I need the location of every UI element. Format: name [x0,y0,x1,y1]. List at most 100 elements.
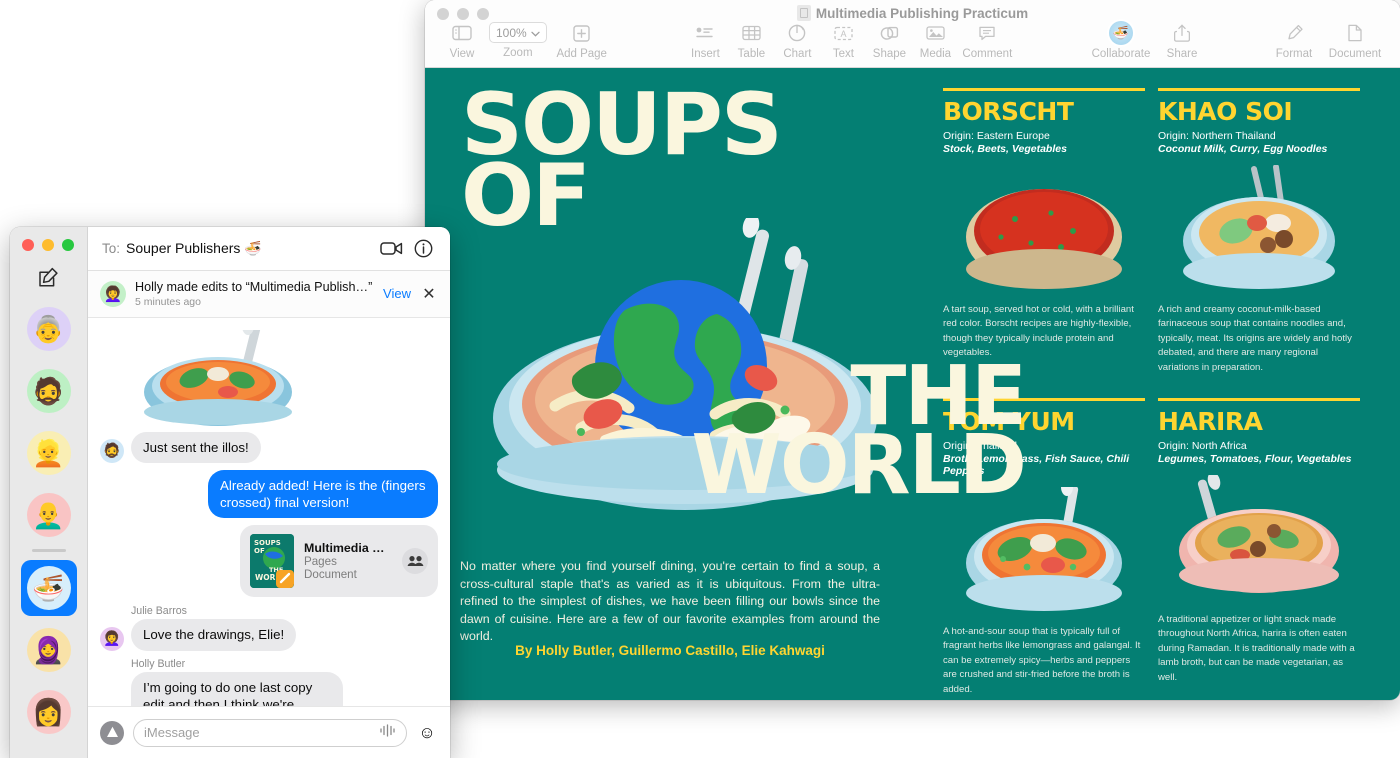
toolbar-insert-button[interactable]: Insert [682,22,728,60]
toolbar-zoom-control[interactable]: 100% Zoom [485,22,551,59]
zoom-select[interactable]: 100% [489,22,547,43]
toolbar-insert-label: Insert [691,48,720,60]
minimize-window-button[interactable] [42,239,54,251]
avatar: 👨‍🦲 [27,493,71,537]
soup-rule [943,88,1145,91]
pie-chart-icon [788,22,806,44]
toolbar-media-button[interactable]: Media [912,22,958,60]
poster-title-upper: SOUPS OF [461,90,901,231]
soup-rule [1158,398,1360,401]
zoom-value: 100% [496,26,527,40]
to-label: To: [102,241,120,256]
toolbar-text-button[interactable]: A Text [820,22,866,60]
avatar: 🧔 [100,439,124,463]
banner-timestamp: 5 minutes ago [135,296,374,310]
recipient-name[interactable]: Souper Publishers 🍜 [126,240,262,257]
maximize-window-button[interactable] [62,239,74,251]
avatar: 🧕 [27,628,71,672]
poster-title-line1: SOUPS [461,90,901,161]
messages-main-pane: To: Souper Publishers 🍜 👩‍🦱 Holly made e… [88,227,450,758]
message-sender-name: Julie Barros [131,605,438,617]
soup-card-harira: HARIRA Origin: North Africa Legumes, Tom… [1158,398,1360,685]
compose-new-message-button[interactable] [34,265,64,295]
toolbar-add-page-button[interactable]: Add Page [551,22,613,60]
message-row-incoming: 👩‍🦱 Love the drawings, Elie! [100,619,438,650]
svg-text:OF: OF [254,547,265,555]
poster-canvas[interactable]: SOUPS OF THE WORLD No matter where you f… [425,68,1400,700]
document-attachment-card[interactable]: SOUPS OF THE WORLD Multimedia Pub… Pages… [240,525,438,597]
facetime-video-icon[interactable] [378,236,404,262]
avatar: 👩 [27,690,71,734]
svg-text:SOUPS: SOUPS [254,539,281,547]
toolbar-comment-button[interactable]: Comment [958,22,1016,60]
emoji-smiley-icon[interactable]: ☺ [416,722,438,744]
toolbar-view-label: View [450,48,475,60]
soup-origin: Origin: Northern Thailand [1158,130,1360,142]
audio-waveform-icon[interactable] [379,724,396,742]
toolbar-format-button[interactable]: Format [1266,22,1322,60]
imessage-input[interactable] [144,725,373,740]
toolbar-document-button[interactable]: Document [1322,22,1388,60]
messages-conversation-header: To: Souper Publishers 🍜 [88,227,450,271]
message-sender-name: Holly Butler [131,658,438,670]
sidebar-item-conversation-3[interactable]: 👱 [21,425,77,481]
message-bubble[interactable]: I’m going to do one last copy edit and t… [131,672,343,706]
message-photo-attachment[interactable] [126,330,316,426]
share-icon [1174,22,1190,44]
sidebar-item-conversation-6[interactable]: 🧕 [21,622,77,678]
shared-people-icon[interactable] [402,548,428,574]
attachment-meta: Multimedia Pub… Pages Document [304,541,392,581]
sidebar-item-conversation-1[interactable]: 👵 [21,301,77,357]
chevron-down-icon [531,26,540,40]
message-row-incoming: 🧔 Just sent the illos! [100,432,438,463]
toolbar-zoom-label: Zoom [503,47,532,59]
message-input-bar: ☺ [88,706,450,758]
pages-toolbar: View 100% Zoom Add Page [425,22,1400,68]
app-store-icon[interactable] [100,721,124,745]
message-bubble[interactable]: Already added! Here is the (fingers cros… [208,470,438,519]
soup-ingredients: Legumes, Tomatoes, Flour, Vegetables [1158,453,1360,465]
sidebar-item-conversation-7[interactable]: 👩 [21,684,77,740]
message-row-incoming: 👩‍🦱 I’m going to do one last copy edit a… [100,672,438,706]
messages-window-controls[interactable] [22,239,74,251]
plus-box-icon [573,22,590,44]
toolbar-collaborate-button[interactable]: 🍜 Collaborate [1086,22,1156,60]
toolbar-share-label: Share [1167,48,1198,60]
toolbar-document-label: Document [1329,48,1381,60]
info-icon[interactable] [410,236,436,262]
toolbar-comment-label: Comment [962,48,1012,60]
message-bubble[interactable]: Love the drawings, Elie! [131,619,296,650]
message-bubble[interactable]: Just sent the illos! [131,432,261,463]
message-input-field[interactable] [133,719,407,747]
messages-thread[interactable]: 🧔 Just sent the illos! Already added! He… [88,318,450,706]
soup-card-borscht: BORSCHT Origin: Eastern Europe Stock, Be… [943,88,1145,361]
sidebar-item-conversation-2[interactable]: 🧔 [21,363,77,419]
collaboration-activity-banner[interactable]: 👩‍🦱 Holly made edits to “Multimedia Publ… [88,271,450,318]
banner-view-button[interactable]: View [383,286,411,301]
sidebar-item-souper-publishers[interactable]: 🍜 [21,560,77,616]
banner-text: Holly made edits to “Multimedia Publish…… [135,278,374,310]
compose-pencil-icon [38,267,59,293]
attachment-subtitle: Pages Document [304,555,392,581]
toolbar-share-button[interactable]: Share [1156,22,1208,60]
soup-card-khao-soi: KHAO SOI Origin: Northern Thailand Cocon… [1158,88,1360,375]
soup-description: A rich and creamy coconut-milk-based far… [1158,303,1360,375]
sidebar-item-conversation-4[interactable]: 👨‍🦲 [21,487,77,543]
banner-title: Holly made edits to “Multimedia Publish…… [135,280,372,294]
poster-title-line4: WORLD [605,432,1025,501]
toolbar-shape-button[interactable]: Shape [866,22,912,60]
close-window-button[interactable] [22,239,34,251]
close-icon[interactable]: ✕ [420,284,438,304]
toolbar-collaborate-label: Collaborate [1092,48,1151,60]
toolbar-shape-label: Shape [873,48,906,60]
messages-window: 👵 🧔 👱 👨‍🦲 🍜 🧕 👩 To: Souper Publishers 🍜 [10,227,450,758]
pages-document-thumbnail: SOUPS OF THE WORLD [250,534,294,588]
toolbar-view-button[interactable]: View [439,22,485,60]
toolbar-table-button[interactable]: Table [728,22,774,60]
avatar: 🧔 [27,369,71,413]
avatar: 👩‍🦱 [100,281,126,307]
sidebar-panel-icon [452,22,472,44]
toolbar-chart-button[interactable]: Chart [774,22,820,60]
avatar: 👱 [27,431,71,475]
avatar: 🍜 [27,566,71,610]
